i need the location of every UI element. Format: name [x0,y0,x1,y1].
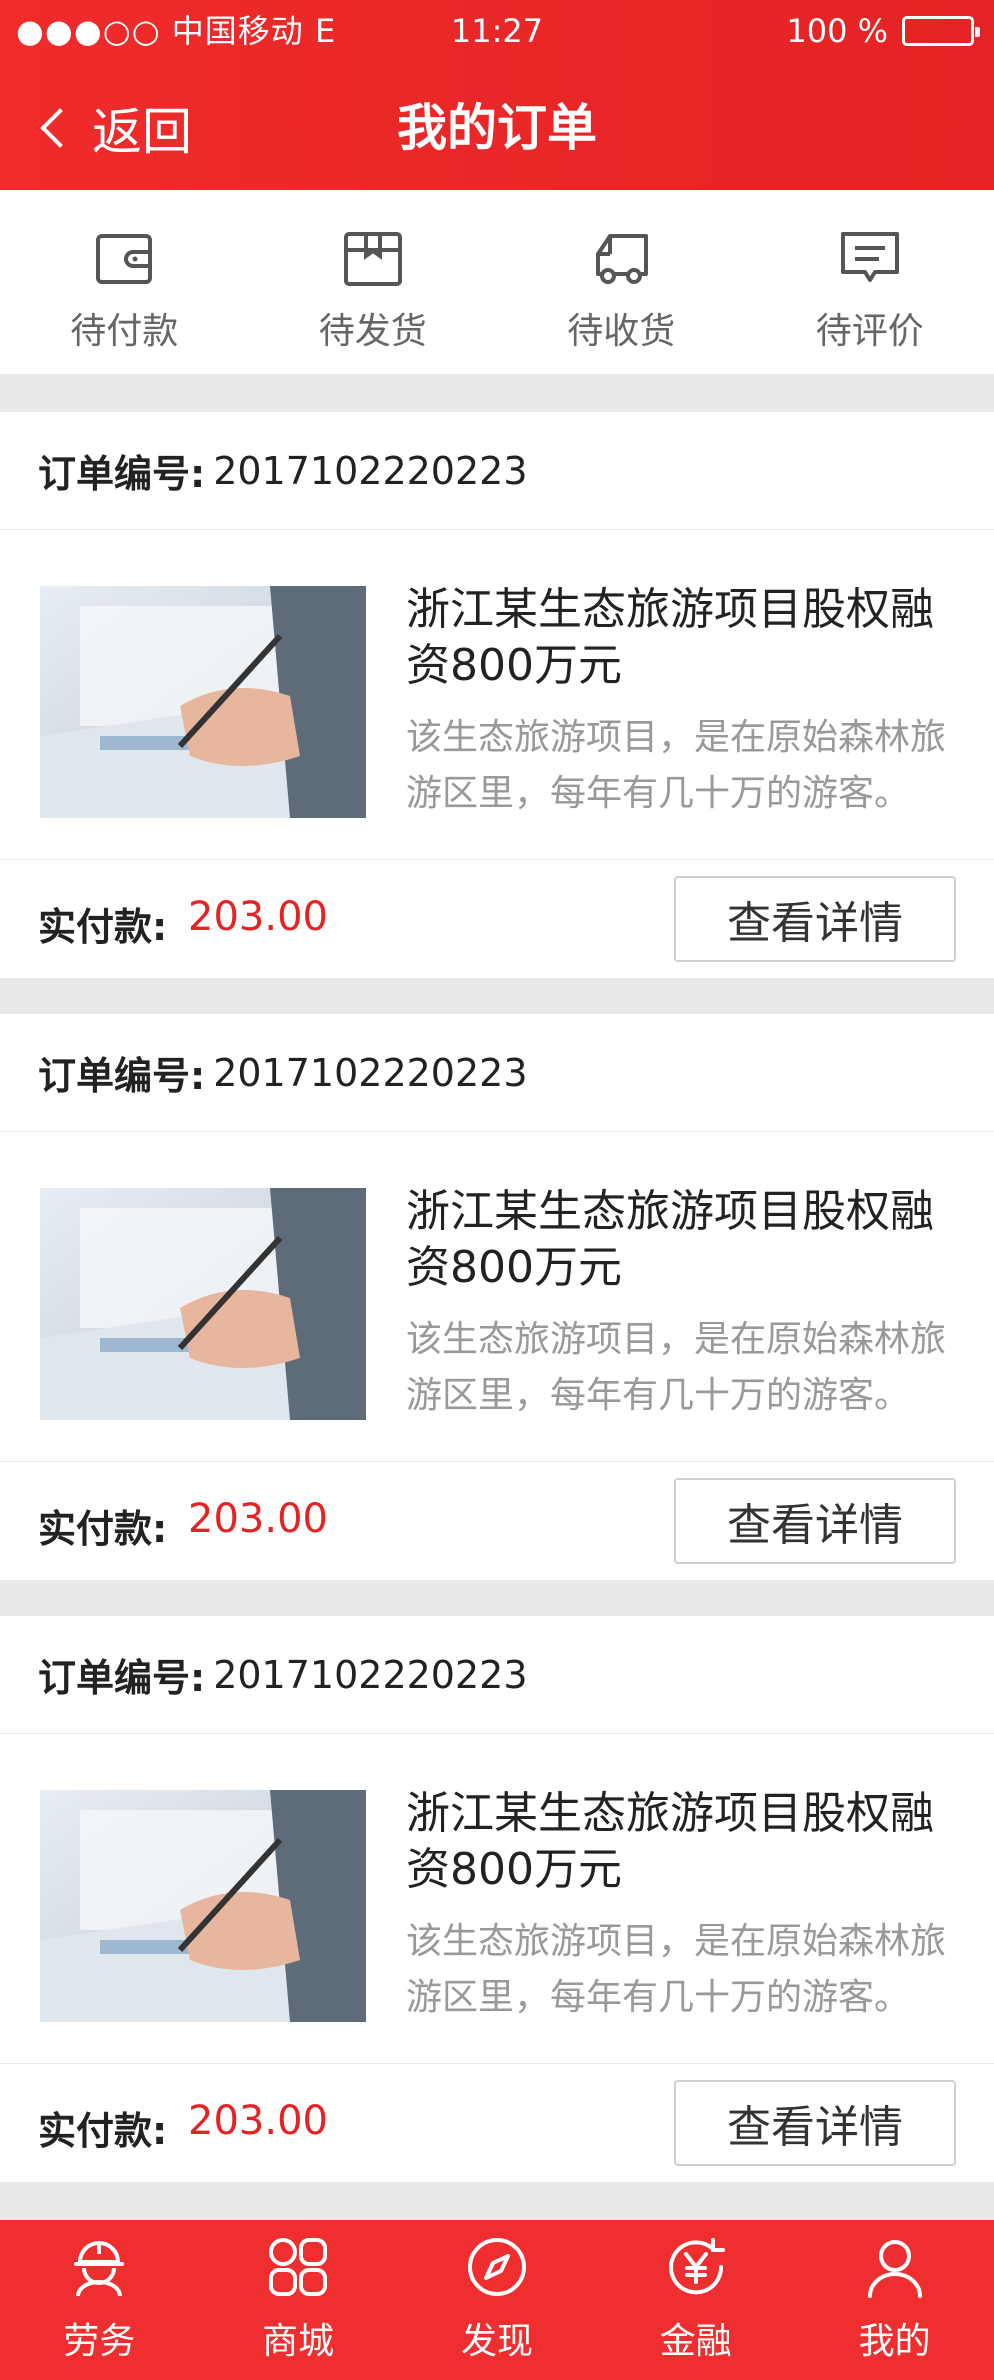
product-description: 该生态旅游项目，是在原始森林旅游区里，每年有几十万的游客。 [406,1921,947,2018]
bottom-nav-label: 金融 [659,2321,732,2362]
order-card: 订单编号: 2017102220223 浙江某生态旅游项目股权融资800万元 该… [0,1014,994,1580]
view-details-button[interactable]: 查看详情 [674,1478,956,1564]
order-number-label: 订单编号: [38,452,206,496]
product-title: 浙江某生态旅游项目股权融资800万元 [406,584,934,691]
worker-helmet-icon [74,2241,125,2297]
order-footer: 实付款: 203.00 查看详情 [0,2064,994,2181]
view-details-button[interactable]: 查看详情 [674,876,956,962]
page-title: 我的订单 [397,99,597,157]
product-description: 该生态旅游项目，是在原始森林旅游区里，每年有几十万的游客。 [406,1319,947,1416]
bottom-nav-finance[interactable]: 金融 [597,2220,795,2380]
tab-label: 待评价 [815,311,924,352]
nav-bar: 返回 我的订单 [0,62,994,190]
grid-icon [269,2238,328,2296]
yuan-icon [668,2238,725,2295]
bottom-nav-discover[interactable]: 发现 [398,2220,596,2380]
product-title: 浙江某生态旅游项目股权融资800万元 [406,1186,934,1293]
user-icon [867,2240,922,2298]
order-card: 订单编号: 2017102220223 浙江某生态旅游项目股权融资800万元 该… [0,1616,994,2182]
bottom-nav: 劳务 商城 发现 金融 我的 [0,2220,994,2380]
product-thumbnail [40,1188,366,1420]
compass-icon [467,2238,526,2296]
paid-amount: 203.00 [188,894,328,940]
header: ●●●○○ 中国移动 E 11:27 100 % 返回 我的订单 [0,0,994,190]
order-product[interactable]: 浙江某生态旅游项目股权融资800万元 该生态旅游项目，是在原始森林旅游区里，每年… [0,530,994,860]
bottom-nav-label: 我的 [858,2321,931,2362]
tab-label: 待收货 [567,311,676,352]
bottom-nav-mine[interactable]: 我的 [796,2220,994,2380]
wallet-icon [96,234,153,284]
order-status-tabs: 待付款 待发货 待收货 待评价 [0,190,994,374]
bottom-nav-label: 劳务 [63,2321,136,2362]
comment-icon [840,232,899,282]
bottom-nav-mall[interactable]: 商城 [199,2220,397,2380]
bottom-nav-label: 发现 [460,2321,533,2362]
tab-pending-shipment[interactable]: 待发货 [249,190,498,374]
truck-icon [596,234,649,284]
product-description: 该生态旅游项目，是在原始森林旅游区里，每年有几十万的游客。 [406,717,947,814]
status-bar: ●●●○○ 中国移动 E 11:27 100 % [0,0,994,62]
paid-label: 实付款: [38,905,168,949]
order-card: 订单编号: 2017102220223 浙江某生态旅游项目股权融资800万元 该… [0,412,994,978]
battery-icon [902,16,980,46]
order-number-label: 订单编号: [38,1656,206,1700]
tab-label: 待发货 [318,311,427,352]
view-details-button[interactable]: 查看详情 [674,2080,956,2166]
paid-label: 实付款: [38,2109,168,2153]
order-number-label: 订单编号: [38,1054,206,1098]
order-footer: 实付款: 203.00 查看详情 [0,1462,994,1579]
order-number-row: 订单编号: 2017102220223 [0,1616,994,1734]
order-number: 2017102220223 [213,1652,528,1697]
product-title: 浙江某生态旅游项目股权融资800万元 [406,1788,934,1895]
tab-pending-payment[interactable]: 待付款 [0,190,249,374]
package-icon [343,232,402,286]
order-number-row: 订单编号: 2017102220223 [0,412,994,530]
tab-pending-review[interactable]: 待评价 [746,190,994,374]
order-product[interactable]: 浙江某生态旅游项目股权融资800万元 该生态旅游项目，是在原始森林旅游区里，每年… [0,1734,994,2064]
order-product[interactable]: 浙江某生态旅游项目股权融资800万元 该生态旅游项目，是在原始森林旅游区里，每年… [0,1132,994,1462]
order-number-row: 订单编号: 2017102220223 [0,1014,994,1132]
battery-status: 100 % [786,0,980,62]
product-thumbnail [40,586,366,818]
tab-pending-receipt[interactable]: 待收货 [497,190,746,374]
order-number: 2017102220223 [213,1050,528,1095]
order-number: 2017102220223 [213,448,528,493]
bottom-nav-labor[interactable]: 劳务 [0,2220,198,2380]
order-footer: 实付款: 203.00 查看详情 [0,860,994,977]
tab-label: 待付款 [70,311,179,352]
bottom-nav-label: 商城 [262,2321,335,2362]
paid-amount: 203.00 [188,1496,328,1542]
paid-amount: 203.00 [188,2098,328,2144]
paid-label: 实付款: [38,1507,168,1551]
battery-percent: 100 % [786,12,888,50]
product-thumbnail [40,1790,366,2022]
